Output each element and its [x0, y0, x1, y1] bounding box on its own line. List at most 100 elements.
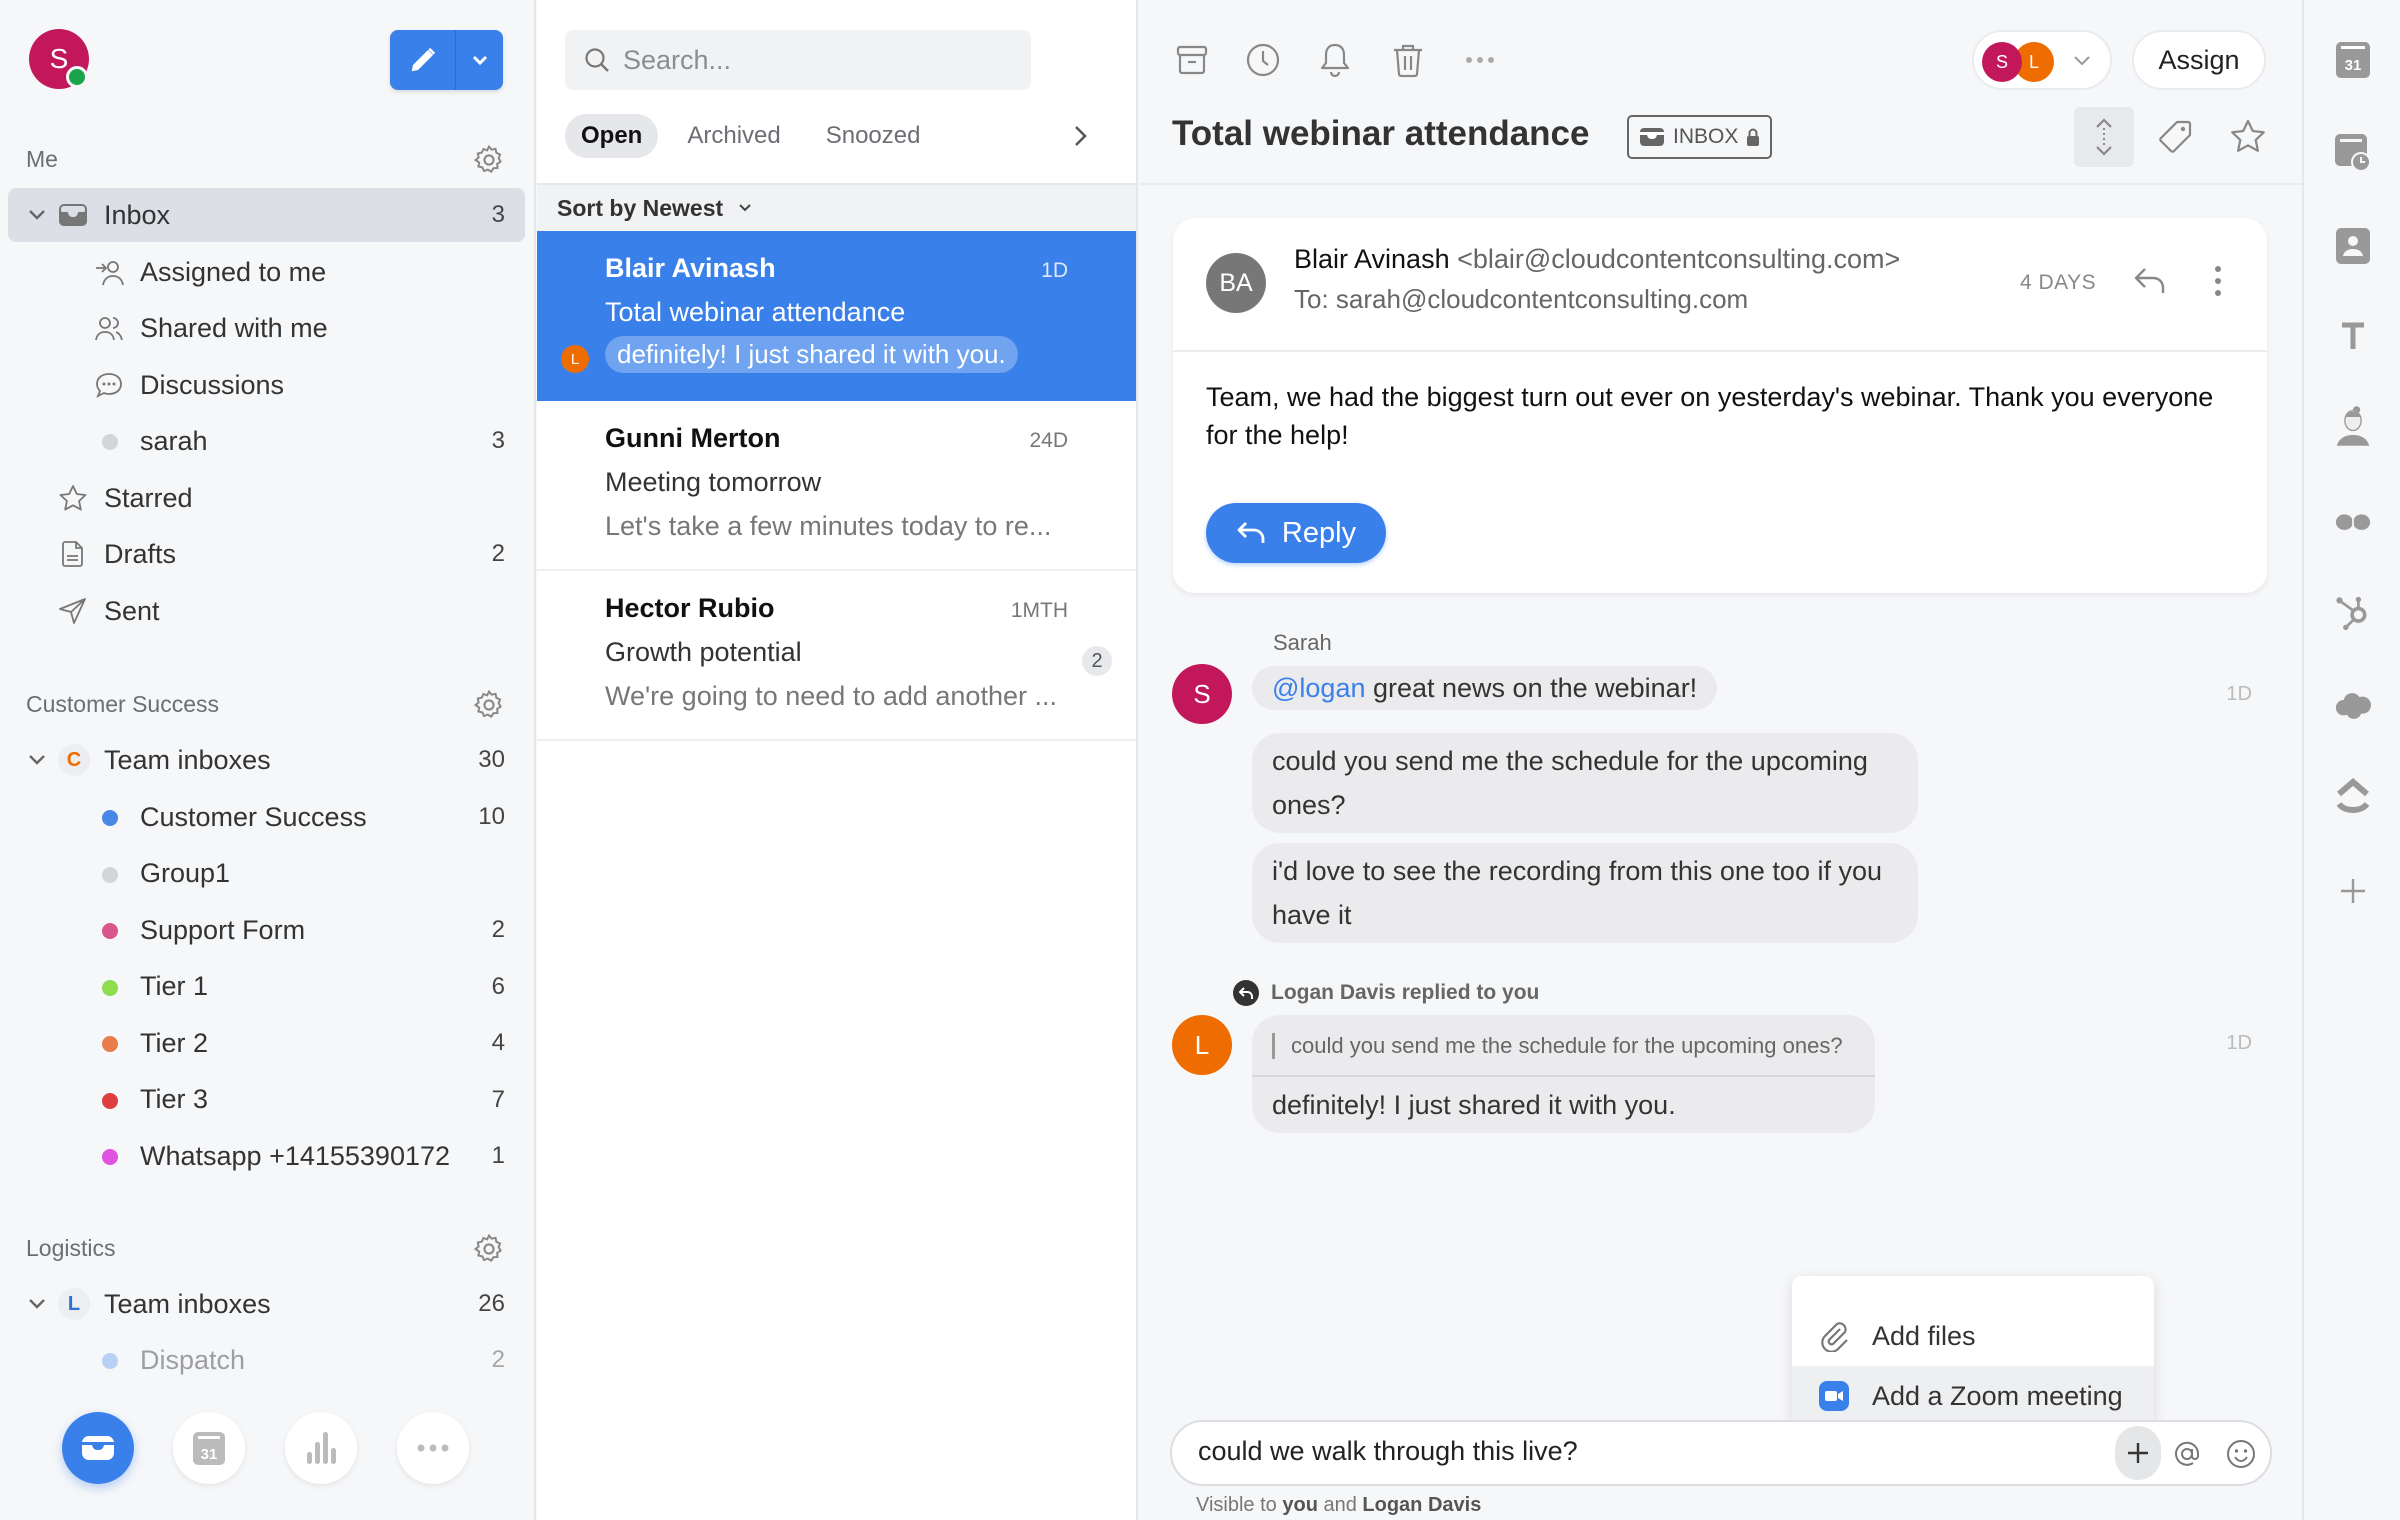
assignees-dropdown[interactable]: S L — [1972, 30, 2112, 90]
menu-item-add-zoom-meeting[interactable]: Add a Zoom meeting — [1792, 1366, 2154, 1426]
snooze-button[interactable] — [1243, 40, 1283, 80]
trash-icon — [1394, 44, 1422, 78]
compose-button-group — [390, 30, 503, 90]
star-icon — [2231, 119, 2265, 152]
sidebar-item-sarah[interactable]: sarah 3 — [8, 414, 525, 468]
sidebar-item-tier-1[interactable]: Tier 1 6 — [8, 960, 525, 1014]
tab-archived[interactable]: Archived — [671, 114, 796, 158]
sidebar-item-team-inboxes-logistics[interactable]: L Team inboxes 26 — [8, 1277, 525, 1331]
inbox-tag[interactable]: INBOX — [1627, 115, 1773, 159]
sidebar-item-discussions[interactable]: Discussions — [8, 358, 525, 412]
archive-button[interactable] — [1172, 40, 1212, 80]
calendar-integration-button[interactable]: 31 — [2335, 42, 2371, 78]
chat-bubbles-icon — [2335, 510, 2371, 536]
quoted-text: could you send me the schedule for the u… — [1272, 1033, 1843, 1059]
conversation-time: 1MTH — [1010, 599, 1068, 622]
add-integration-button[interactable] — [2335, 873, 2371, 909]
online-status-indicator — [66, 66, 88, 88]
pencil-icon — [411, 47, 435, 72]
more-nav-button[interactable] — [397, 1412, 469, 1484]
lock-icon — [1747, 128, 1760, 146]
search-input[interactable] — [623, 44, 1003, 76]
reminder-button[interactable] — [1315, 40, 1355, 80]
message-count-badge: 2 — [1082, 646, 1112, 676]
kebab-menu-icon[interactable] — [2213, 264, 2223, 298]
sidebar-item-dispatch[interactable]: Dispatch 2 — [8, 1333, 525, 1387]
sidebar-item-starred[interactable]: Starred — [8, 471, 525, 525]
intercom-integration-button[interactable] — [2335, 505, 2371, 541]
sent-icon — [59, 598, 86, 624]
paperclip-icon — [1821, 1322, 1848, 1352]
salesforce-integration-button[interactable] — [2335, 688, 2371, 724]
templates-button[interactable] — [2335, 318, 2371, 354]
chevron-down-icon[interactable] — [26, 1292, 48, 1314]
hubspot-integration-button[interactable] — [2335, 595, 2371, 631]
expand-collapse-button[interactable] — [2074, 107, 2134, 167]
sidebar-item-label: Starred — [104, 482, 193, 513]
sidebar: S Me Inbox 3 Assigned to me Shared with … — [0, 0, 536, 1520]
comment-input[interactable] — [1198, 1436, 2078, 1467]
sort-dropdown[interactable]: Sort by Newest — [537, 183, 1136, 231]
mention-link[interactable]: @logan — [1272, 673, 1365, 703]
tab-snoozed[interactable]: Snoozed — [810, 114, 937, 158]
team-badge: C — [58, 744, 90, 776]
star-button[interactable] — [2218, 107, 2278, 167]
comment-bubble: i'd love to see the recording from this … — [1252, 843, 1918, 943]
conversation-sender: Blair Avinash — [605, 253, 776, 283]
bottom-nav: 31 — [0, 1385, 536, 1505]
tab-open[interactable]: Open — [565, 114, 659, 158]
analytics-nav-button[interactable] — [285, 1412, 357, 1484]
sidebar-item-group1[interactable]: Group1 — [8, 847, 525, 901]
calendar-nav-button[interactable]: 31 — [173, 1412, 245, 1484]
mention-icon[interactable] — [2172, 1439, 2202, 1469]
scheduled-button[interactable] — [2335, 134, 2371, 172]
assign-button[interactable]: Assign — [2132, 30, 2266, 90]
conversation-list-panel: Open Archived Snoozed Sort by Newest Bla… — [537, 0, 1138, 1520]
email-to: To: sarah@cloudcontentconsulting.com — [1294, 284, 1749, 314]
inbox-nav-button[interactable] — [62, 1412, 134, 1484]
more-actions-button[interactable] — [1460, 40, 1500, 80]
gear-icon[interactable] — [472, 1232, 506, 1266]
compose-dropdown-button[interactable] — [456, 30, 503, 90]
emoji-icon[interactable] — [2225, 1438, 2257, 1470]
contact-button[interactable] — [2335, 228, 2371, 264]
sidebar-item-team-inboxes-customer-success[interactable]: C Team inboxes 30 — [8, 733, 525, 787]
gear-icon[interactable] — [472, 143, 506, 177]
reply-button[interactable]: Reply — [1206, 503, 1386, 563]
sort-label: Sort by Newest — [557, 194, 724, 221]
unread-count: 26 — [478, 1290, 505, 1317]
reply-icon[interactable] — [2133, 266, 2167, 296]
sidebar-item-sent[interactable]: Sent — [8, 584, 525, 638]
comment-composer — [1170, 1420, 2272, 1486]
gear-icon[interactable] — [472, 688, 506, 722]
conversation-item[interactable]: Gunni Merton 24D Meeting tomorrow Let's … — [537, 401, 1136, 571]
sidebar-item-inbox[interactable]: Inbox 3 — [8, 188, 525, 242]
conversation-item[interactable]: Blair Avinash 1D Total webinar attendanc… — [537, 231, 1136, 401]
tag-icon — [2159, 120, 2192, 153]
sidebar-item-label: sarah — [140, 425, 208, 456]
search-bar[interactable] — [565, 30, 1031, 90]
sidebar-item-tier-3[interactable]: Tier 3 7 — [8, 1073, 525, 1127]
sidebar-item-customer-success[interactable]: Customer Success 10 — [8, 790, 525, 844]
reply-badge-icon — [1233, 980, 1259, 1006]
app-integration-button[interactable] — [2335, 778, 2371, 816]
chevron-down-icon[interactable] — [26, 203, 48, 225]
sender-address: <blair@cloudcontentconsulting.com> — [1457, 244, 1901, 274]
chevron-down-icon[interactable] — [26, 748, 48, 770]
tag-button[interactable] — [2145, 107, 2205, 167]
sidebar-item-whatsapp-14155390172[interactable]: Whatsapp +14155390172 1 — [8, 1129, 525, 1183]
sidebar-item-assigned-to-me[interactable]: Assigned to me — [8, 245, 525, 299]
conversation-item[interactable]: Hector Rubio 1MTH Growth potential 2 We'… — [537, 571, 1136, 741]
conversation-time: 1D — [1041, 259, 1068, 282]
sidebar-item-drafts[interactable]: Drafts 2 — [8, 527, 525, 581]
profile-integration-button[interactable] — [2335, 406, 2371, 446]
menu-item-add-files[interactable]: Add files — [1792, 1306, 2154, 1366]
compose-button[interactable] — [390, 30, 456, 90]
delete-button[interactable] — [1388, 40, 1428, 80]
sidebar-item-tier-2[interactable]: Tier 2 4 — [8, 1016, 525, 1070]
attach-button[interactable] — [2115, 1426, 2161, 1480]
sidebar-item-shared-with-me[interactable]: Shared with me — [8, 301, 525, 355]
archive-icon — [1176, 45, 1208, 75]
sidebar-item-support-form[interactable]: Support Form 2 — [8, 903, 525, 957]
chevron-right-icon[interactable] — [1070, 122, 1090, 150]
